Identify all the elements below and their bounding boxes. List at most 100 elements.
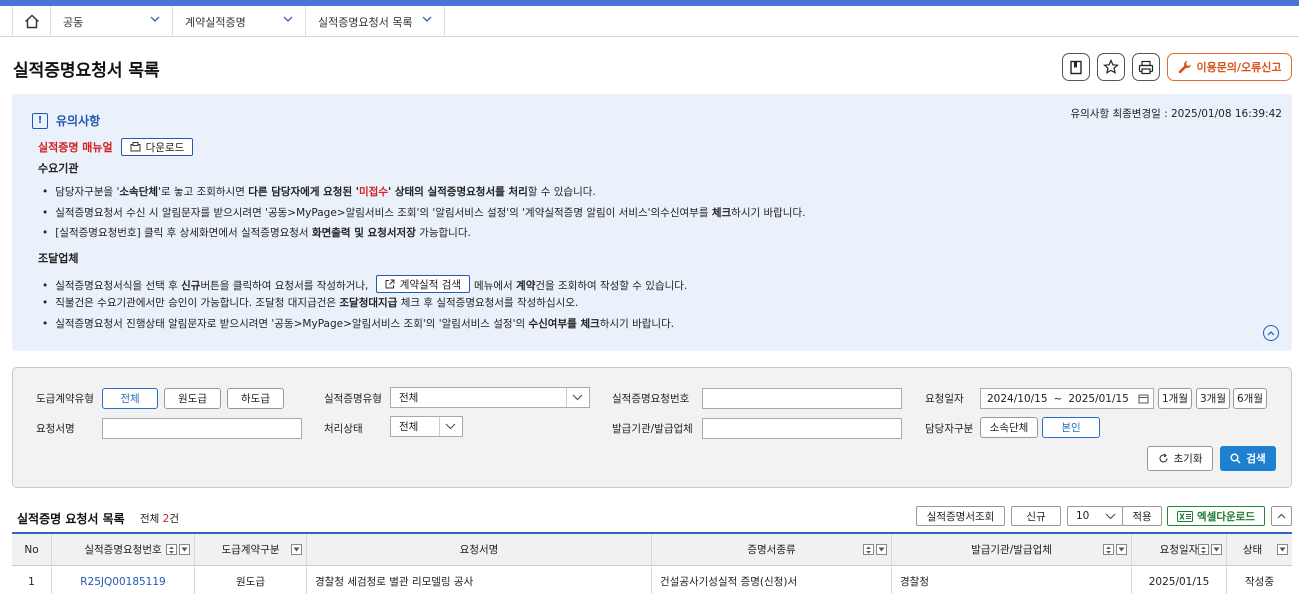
filter-dropdown-icon[interactable] (876, 544, 887, 555)
filter-dropdown-icon[interactable] (1211, 544, 1222, 555)
exclamation-icon: ! (32, 112, 48, 129)
chevron-down-icon (1105, 513, 1116, 520)
favorite-button[interactable] (1097, 53, 1125, 81)
contract-type-all-button[interactable]: 전체 (102, 388, 158, 409)
breadcrumb: 공동 계약실적증명 실적증명요청서 목록 (0, 6, 1299, 37)
contract-type-label: 도급계약유형 (36, 393, 94, 405)
request-date-label: 요청일자 (925, 393, 964, 405)
table-row[interactable]: 1 R25JQ00185119 원도급 경찰청 세검청로 별관 리모델링 공사 … (12, 567, 1292, 594)
download-icon (130, 142, 141, 152)
home-button[interactable] (12, 6, 51, 37)
collapse-list-button[interactable] (1271, 506, 1292, 526)
status-select[interactable]: 전체 (390, 416, 463, 437)
cell-request-name: 경찰청 세검청로 별관 리모델링 공사 (307, 567, 652, 594)
apply-page-size-button[interactable]: 적용 (1122, 506, 1162, 526)
notice-line: 담당자구분을 '소속단체'로 놓고 조회하시면 다른 담당자에게 요청된 '미접… (42, 184, 596, 199)
manual-label: 실적증명 매뉴얼 (38, 141, 113, 154)
request-name-label: 요청서명 (36, 423, 75, 435)
notice-heading-label: 유의사항 (56, 114, 101, 128)
contract-result-search-button[interactable]: 계약실적 검색 (375, 275, 471, 293)
cell-contract-type: 원도급 (195, 567, 307, 594)
print-button[interactable] (1132, 53, 1160, 81)
filter-dropdown-icon[interactable] (179, 544, 190, 555)
cell-status: 작성중 (1245, 576, 1274, 588)
inquiry-error-report-button[interactable]: 이용문의/오류신고 (1167, 53, 1292, 81)
filter-dropdown-icon[interactable] (1116, 544, 1127, 555)
breadcrumb-label: 공동 (63, 15, 84, 29)
inquiry-label: 이용문의/오류신고 (1196, 61, 1282, 74)
column-header-request-name: 요청서명 (307, 534, 652, 565)
collapse-notice-button[interactable] (1263, 325, 1279, 341)
date-from: 2024/10/15 (987, 392, 1048, 405)
sort-icon[interactable] (1103, 544, 1114, 555)
cert-type-select[interactable]: 전체 (390, 387, 590, 408)
notice-updated-date: 유의사항 최종변경일 : 2025/01/08 16:39:42 (1070, 108, 1282, 120)
date-range-input[interactable]: 2024/10/15 ~ 2025/01/15 (980, 388, 1154, 409)
notice-line: 실적증명요청서 진행상태 알림문자로 받으시려면 '공동>MyPage>알림서비… (42, 316, 674, 331)
period-6-month-button[interactable]: 6개월 (1233, 388, 1267, 409)
sort-icon[interactable] (863, 544, 874, 555)
excel-icon (1177, 510, 1194, 522)
request-name-input[interactable] (102, 418, 302, 439)
refresh-icon (1158, 453, 1168, 463)
manual-download-button[interactable]: 다운로드 (120, 138, 194, 156)
wrench-icon (1178, 61, 1191, 74)
search-button[interactable]: 검색 (1220, 446, 1276, 471)
filter-dropdown-icon[interactable] (1277, 544, 1288, 555)
chevron-down-icon (283, 16, 293, 22)
column-header-contract-type[interactable]: 도급계약구분 (195, 534, 307, 565)
breadcrumb-label: 실적증명요청서 목록 (318, 15, 413, 29)
request-number-label: 실적증명요청번호 (612, 393, 690, 405)
column-header-no: No (12, 534, 52, 565)
notice-line: [실적증명요청번호] 클릭 후 상세화면에서 실적증명요청서 화면출력 및 요청… (42, 225, 471, 240)
chevron-down-icon (422, 16, 432, 22)
cell-cert-kind: 건설공사기성실적 증명(신청)서 (652, 567, 892, 594)
manager-self-button[interactable]: 본인 (1042, 417, 1100, 438)
date-to: 2025/01/15 (1068, 392, 1129, 405)
manager-org-button[interactable]: 소속단체 (980, 417, 1038, 438)
cell-request-date: 2025/01/15 (1132, 567, 1227, 594)
chevron-down-icon (150, 16, 160, 22)
chevron-down-icon (572, 394, 583, 401)
reset-button[interactable]: 초기화 (1147, 446, 1213, 471)
sort-icon[interactable] (166, 544, 177, 555)
contract-type-sub-button[interactable]: 하도급 (227, 388, 284, 409)
cell-issuer: 경찰청 (892, 567, 1132, 594)
external-link-icon (385, 279, 395, 289)
manager-type-label: 담당자구분 (925, 423, 974, 435)
notice-line: 실적증명요청서 수신 시 알림문자를 받으시려면 '공동>MyPage>알림서비… (42, 205, 805, 220)
period-1-month-button[interactable]: 1개월 (1158, 388, 1192, 409)
section-title-demand-org: 수요기관 (38, 162, 79, 175)
manual-book-button[interactable] (1062, 53, 1090, 81)
view-certificate-button[interactable]: 실적증명서조회 (916, 506, 1005, 526)
period-3-month-button[interactable]: 3개월 (1196, 388, 1230, 409)
breadcrumb-label: 계약실적증명 (185, 15, 246, 29)
breadcrumb-item-contract-cert[interactable]: 계약실적증명 (173, 6, 306, 37)
sort-icon[interactable] (1198, 544, 1209, 555)
status-label: 처리상태 (324, 423, 363, 435)
chevron-up-icon (1277, 513, 1286, 519)
cell-no: 1 (12, 567, 52, 594)
notice-line: 실적증명요청서식을 선택 후 신규버튼을 클릭하여 요청서를 작성하거나, 계약… (42, 275, 687, 293)
column-header-status[interactable]: 상태 (1227, 534, 1292, 565)
filter-dropdown-icon[interactable] (291, 544, 302, 555)
search-icon (1230, 453, 1241, 464)
column-header-request-number[interactable]: 실적증명요청번호 (52, 534, 195, 565)
column-header-cert-kind[interactable]: 증명서종류 (652, 534, 892, 565)
chevron-up-icon (1267, 330, 1275, 335)
new-request-button[interactable]: 신규 (1011, 506, 1061, 526)
page-size-select[interactable]: 10 (1067, 506, 1123, 526)
contract-type-prime-button[interactable]: 원도급 (164, 388, 221, 409)
column-header-request-date[interactable]: 요청일자 (1132, 534, 1227, 565)
breadcrumb-item-common[interactable]: 공동 (51, 6, 173, 37)
excel-download-button[interactable]: 엑셀다운로드 (1167, 506, 1265, 526)
notice-panel: 유의사항 최종변경일 : 2025/01/08 16:39:42 ! 유의사항 … (12, 94, 1292, 351)
issuer-input[interactable] (702, 418, 902, 439)
request-number-input[interactable] (702, 388, 902, 409)
cell-request-number-link[interactable]: R25JQ00185119 (52, 567, 195, 594)
calendar-icon[interactable] (1138, 393, 1149, 404)
page-title: 실적증명요청서 목록 (13, 61, 160, 81)
breadcrumb-item-request-list[interactable]: 실적증명요청서 목록 (306, 6, 445, 37)
book-icon (1070, 60, 1082, 74)
column-header-issuer[interactable]: 발급기관/발급업체 (892, 534, 1132, 565)
